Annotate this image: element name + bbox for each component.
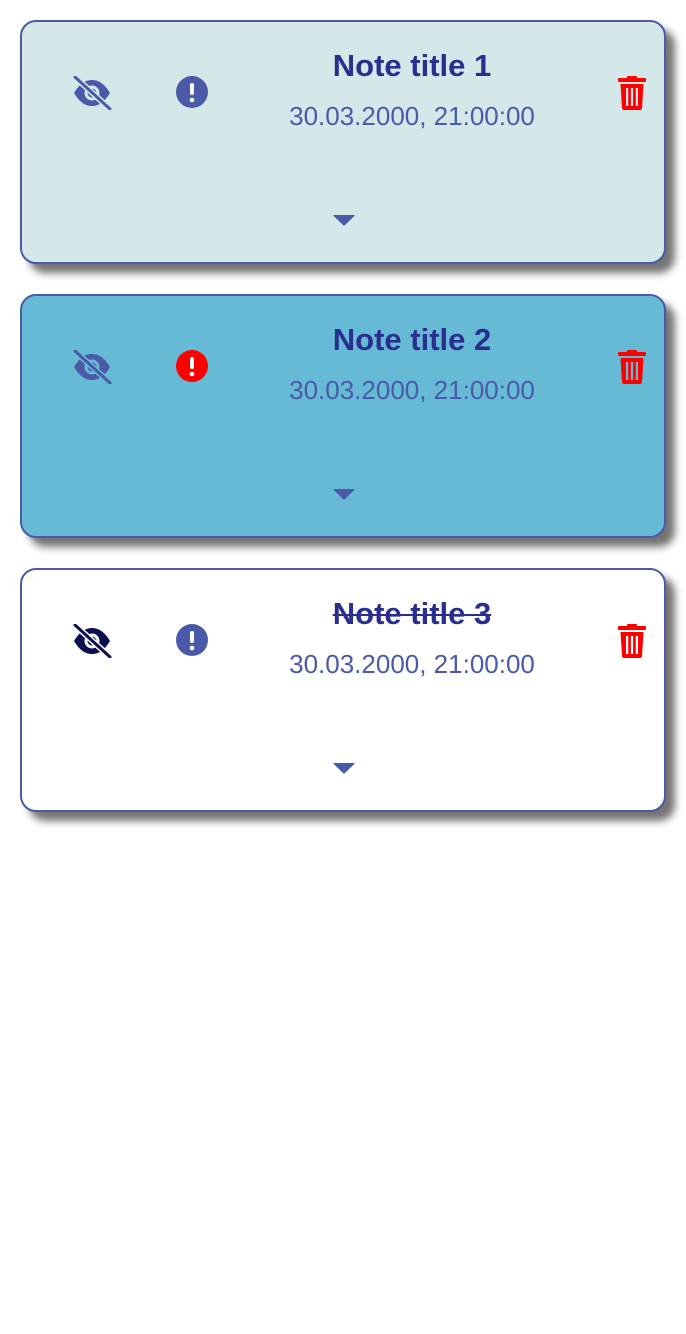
eye-slash-icon[interactable]	[72, 350, 112, 384]
note-card[interactable]: Note title 2 30.03.2000, 21:00:00	[20, 294, 666, 538]
note-card[interactable]: Note title 3 30.03.2000, 21:00:00	[20, 568, 666, 812]
note-title: Note title 2	[332, 322, 492, 357]
note-title: Note title 1	[332, 48, 492, 83]
exclamation-circle-icon[interactable]	[176, 76, 208, 108]
note-date: 30.03.2000, 21:00:00	[289, 101, 535, 131]
exclamation-circle-icon[interactable]	[176, 624, 208, 656]
trash-icon[interactable]	[618, 76, 646, 110]
trash-icon[interactable]	[618, 350, 646, 384]
note-card[interactable]: Note title 1 30.03.2000, 21:00:00	[20, 20, 666, 264]
caret-down-icon[interactable]	[332, 486, 356, 502]
note-date: 30.03.2000, 21:00:00	[289, 375, 535, 405]
eye-slash-icon[interactable]	[72, 624, 112, 658]
note-title: Note title 3	[332, 596, 492, 631]
caret-down-icon[interactable]	[332, 760, 356, 776]
note-date: 30.03.2000, 21:00:00	[289, 649, 535, 679]
note-list: Note title 1 30.03.2000, 21:00:00 Note t…	[20, 20, 666, 842]
eye-slash-icon[interactable]	[72, 76, 112, 110]
exclamation-circle-icon[interactable]	[176, 350, 208, 382]
trash-icon[interactable]	[618, 624, 646, 658]
caret-down-icon[interactable]	[332, 212, 356, 228]
